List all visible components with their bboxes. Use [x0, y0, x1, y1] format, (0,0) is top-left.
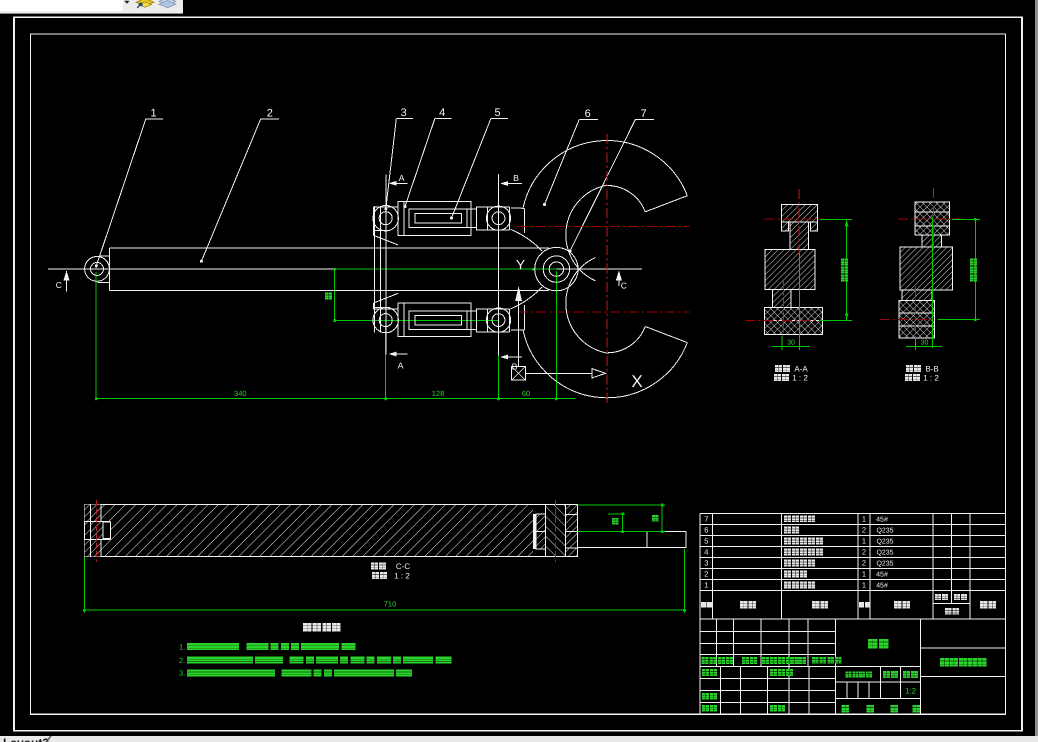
svg-text:340: 340 [234, 389, 247, 398]
svg-text:7: 7 [640, 108, 646, 120]
svg-text:128: 128 [432, 389, 445, 398]
svg-text:2: 2 [267, 108, 273, 120]
svg-text:3.: 3. [179, 669, 185, 678]
svg-text:4: 4 [439, 107, 445, 119]
svg-text:1.: 1. [179, 643, 185, 652]
svg-text:710: 710 [384, 600, 397, 609]
svg-text:A: A [398, 361, 404, 371]
svg-text:1: 1 [862, 537, 866, 546]
svg-text:C: C [621, 281, 627, 291]
svg-text:A-A: A-A [794, 365, 808, 374]
svg-text:30: 30 [787, 339, 795, 346]
svg-text:2: 2 [704, 570, 708, 579]
svg-text:1: 1 [862, 570, 866, 579]
svg-text:B: B [513, 173, 519, 183]
svg-text:C: C [56, 280, 62, 290]
svg-text:2.: 2. [179, 656, 185, 665]
svg-text:4: 4 [704, 548, 708, 557]
svg-text:30: 30 [921, 339, 929, 346]
svg-text:6: 6 [585, 108, 591, 120]
svg-text:7: 7 [704, 514, 708, 523]
svg-text:45#: 45# [876, 572, 888, 579]
svg-text:Q235: Q235 [876, 550, 893, 557]
svg-text:2: 2 [862, 526, 866, 535]
svg-text:2: 2 [862, 559, 866, 568]
svg-text:3: 3 [704, 559, 708, 568]
svg-text:1: 1 [704, 581, 708, 590]
svg-text:1: 1 [150, 108, 156, 120]
svg-text:5: 5 [704, 537, 708, 546]
svg-text:Y: Y [516, 257, 526, 273]
svg-text:C-C: C-C [396, 562, 410, 571]
svg-text:2: 2 [862, 548, 866, 557]
svg-text:B-B: B-B [925, 365, 938, 374]
svg-text:1:2: 1:2 [905, 687, 917, 696]
svg-text:6: 6 [704, 526, 708, 535]
svg-text:1 : 2: 1 : 2 [923, 374, 939, 383]
svg-text:1 : 2: 1 : 2 [394, 572, 410, 581]
svg-text:Q235: Q235 [876, 528, 893, 535]
svg-text:Q235: Q235 [876, 539, 893, 546]
svg-text:1 : 2: 1 : 2 [792, 374, 808, 383]
svg-text:X: X [631, 372, 642, 391]
svg-text:45#: 45# [876, 583, 888, 590]
svg-text:5: 5 [494, 107, 500, 119]
svg-text:60: 60 [522, 389, 530, 398]
svg-text:1: 1 [862, 514, 866, 523]
svg-text:3: 3 [401, 107, 407, 119]
svg-text:45#: 45# [876, 516, 888, 523]
svg-text:A: A [399, 173, 405, 183]
svg-text:1: 1 [862, 581, 866, 590]
svg-text:Q235: Q235 [876, 561, 893, 568]
